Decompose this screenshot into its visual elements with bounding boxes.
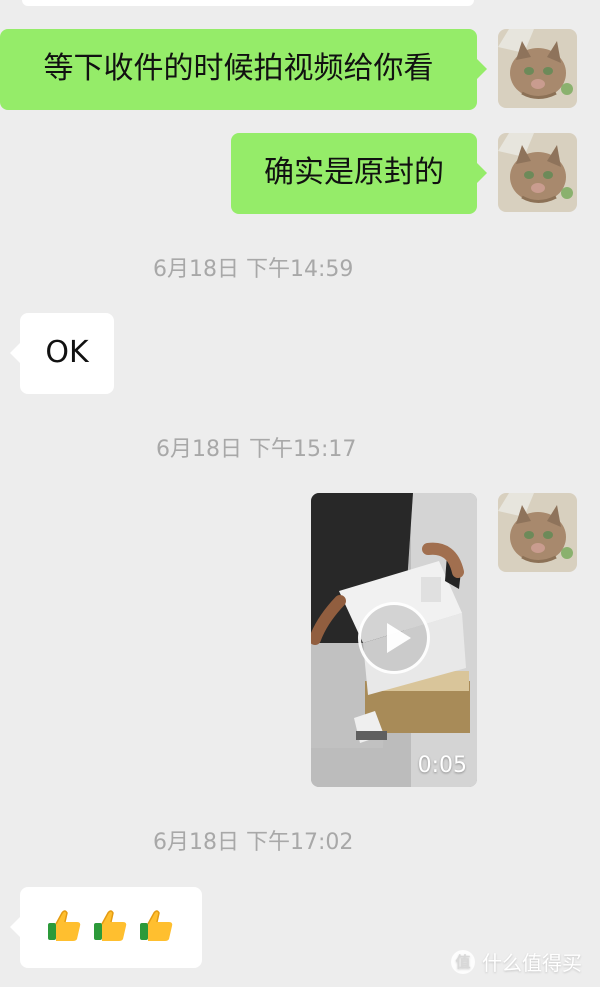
bubble-tail [477, 163, 487, 183]
bubble-tail [10, 917, 20, 937]
emoji-row [44, 905, 176, 945]
watermark-text: 什么值得买 [482, 951, 582, 975]
watermark: 值 什么值得买 [451, 947, 582, 976]
video-duration: 0:05 [417, 753, 467, 778]
cat-avatar-icon [498, 133, 577, 212]
avatar[interactable] [498, 133, 577, 212]
smzdm-logo-icon: 值 [451, 949, 475, 974]
message-text: OK [45, 335, 89, 370]
video-message[interactable]: 0:05 [311, 493, 477, 787]
message-text: 确实是原封的 [264, 155, 444, 190]
message-bubble-received[interactable] [10, 887, 202, 968]
avatar[interactable] [498, 493, 577, 572]
bubble-tail [477, 59, 487, 79]
message-bubble-partial [22, 0, 474, 6]
avatar[interactable] [498, 29, 577, 108]
message-bubble-sent[interactable]: 等下收件的时候拍视频给你看 [0, 29, 487, 110]
thumbs-up-icon [48, 910, 81, 941]
cat-avatar-icon [498, 493, 577, 572]
cat-avatar-icon [498, 29, 577, 108]
timestamp: 6月18日 下午17:02 [153, 830, 354, 855]
message-text: 等下收件的时候拍视频给你看 [43, 51, 434, 86]
bubble-tail [10, 343, 20, 363]
play-button[interactable] [358, 602, 430, 674]
timestamp: 6月18日 下午15:17 [156, 437, 357, 462]
message-bubble-received[interactable]: OK [10, 313, 114, 394]
thumbs-up-icon [140, 910, 173, 941]
play-icon [387, 623, 411, 653]
thumbs-up-icon [94, 910, 127, 941]
timestamp: 6月18日 下午14:59 [153, 257, 354, 282]
message-bubble-sent[interactable]: 确实是原封的 [231, 133, 487, 214]
